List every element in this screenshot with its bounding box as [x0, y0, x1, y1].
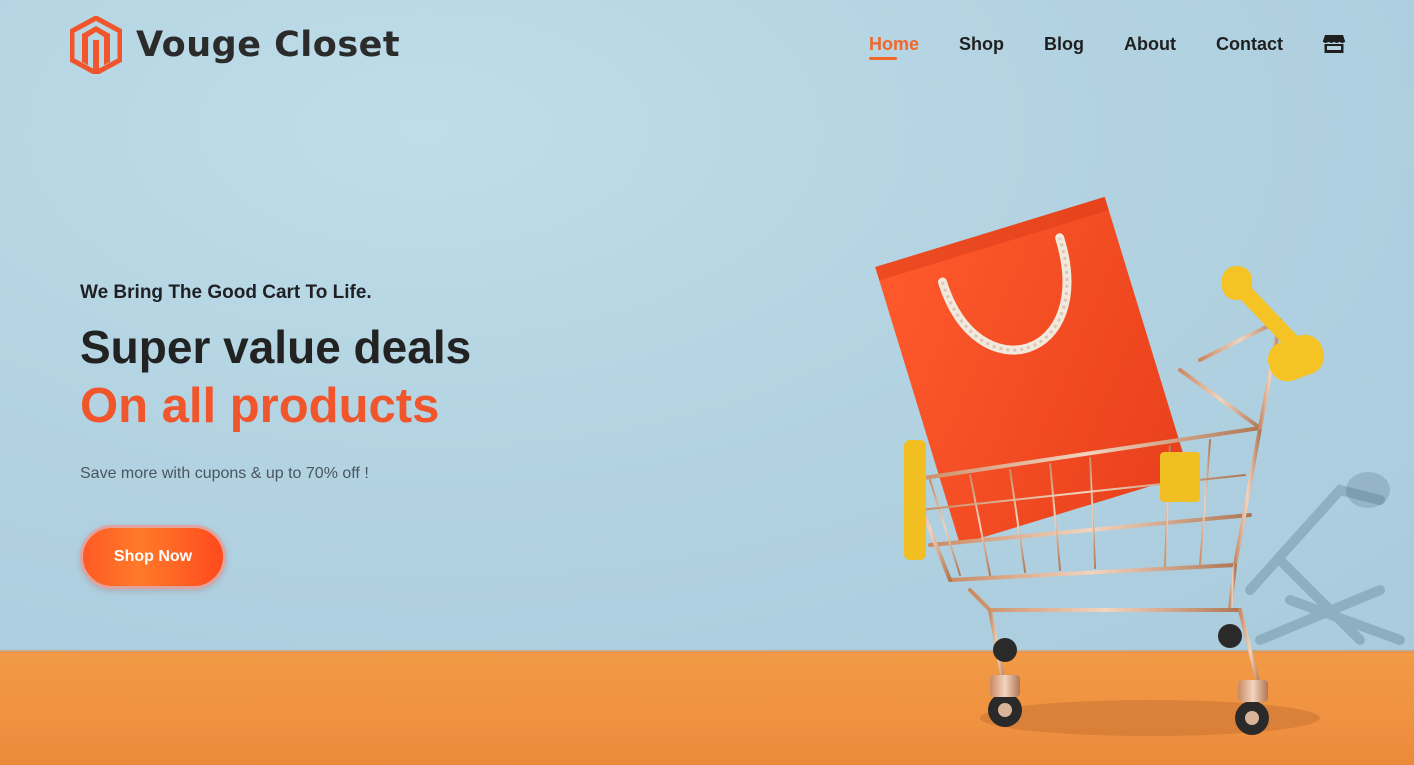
hero-scene: Vouge Closet Home Shop Blog About Contac… — [0, 0, 1414, 765]
shopping-cart-illustration — [875, 196, 1405, 736]
nav-item-home[interactable]: Home — [869, 33, 919, 60]
main-nav: Home Shop Blog About Contact — [869, 33, 1323, 60]
hero-title-line-1: Super value deals — [80, 321, 472, 373]
hero-tagline: We Bring The Good Cart To Life. — [80, 282, 372, 303]
hero-title-line-2: On all products — [80, 379, 440, 433]
brand-logo[interactable]: Vouge Closet — [70, 16, 400, 74]
nav-item-contact[interactable]: Contact — [1216, 33, 1283, 55]
cart-shadow — [1245, 484, 1405, 645]
nav-item-about[interactable]: About — [1124, 33, 1176, 55]
shop-now-button[interactable]: Shop Now — [80, 525, 226, 589]
brand-name: Vouge Closet — [136, 25, 401, 65]
nav-item-shop[interactable]: Shop — [959, 33, 1004, 55]
store-icon[interactable] — [1322, 34, 1346, 54]
site-header: Vouge Closet Home Shop Blog About Contac… — [0, 0, 1414, 92]
hexagon-m-logo-icon — [70, 16, 122, 74]
nav-item-blog[interactable]: Blog — [1044, 33, 1084, 55]
hero-description: Save more with cupons & up to 70% off ! — [80, 465, 369, 482]
